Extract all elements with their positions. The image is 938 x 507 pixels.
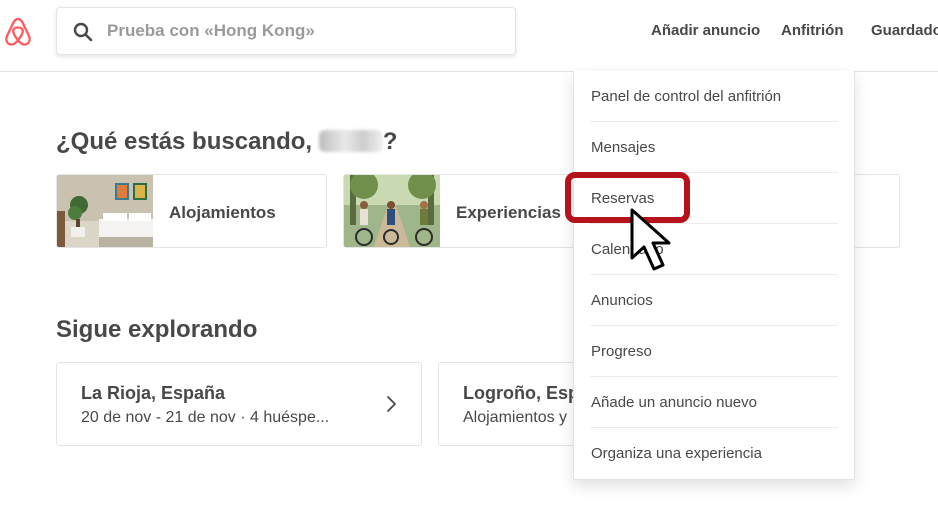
menu-item-reservations[interactable]: Reservas (590, 173, 838, 224)
explore-card-title: Logroño, Esp (463, 383, 579, 403)
greeting-suffix: ? (382, 128, 398, 155)
menu-item-host-dashboard[interactable]: Panel de control del anfitrión (590, 71, 838, 122)
greeting-prefix: ¿Qué estás buscando, (56, 128, 319, 155)
nav-saved[interactable]: Guardado (871, 22, 938, 42)
menu-item-progress[interactable]: Progreso (590, 326, 838, 377)
greeting-heading: ¿Qué estás buscando, ? (56, 128, 397, 156)
menu-item-add-listing[interactable]: Añade un anuncio nuevo (590, 377, 838, 428)
top-bar: Añadir anuncio Anfitrión Guardado (0, 0, 938, 72)
stays-photo (57, 175, 153, 247)
menu-item-messages[interactable]: Mensajes (590, 122, 838, 173)
search-input[interactable] (107, 8, 507, 54)
nav-add-listing[interactable]: Añadir anuncio (651, 22, 760, 42)
menu-item-calendar[interactable]: Calendario (590, 224, 838, 275)
nav-host[interactable]: Anfitrión (781, 22, 843, 42)
menu-item-listings[interactable]: Anuncios (590, 275, 838, 326)
menu-item-host-experience[interactable]: Organiza una experiencia (590, 428, 838, 479)
continue-exploring-heading: Sigue explorando (56, 316, 258, 343)
blurred-user-name (318, 130, 383, 152)
search-icon (73, 22, 93, 42)
host-dropdown-menu: Panel de control del anfitrión Mensajes … (573, 71, 855, 480)
category-label: Alojamientos (169, 203, 276, 222)
explore-card-subtitle: Alojamientos y (463, 409, 568, 426)
category-label: Experiencias (456, 203, 561, 222)
search-box[interactable] (56, 7, 516, 55)
experiences-photo (344, 175, 440, 247)
airbnb-logo-icon[interactable] (2, 16, 34, 48)
explore-card[interactable]: La Rioja, España 20 de nov - 21 de nov ·… (56, 362, 422, 446)
category-card-stays[interactable]: Alojamientos (56, 174, 327, 248)
explore-card-title: La Rioja, España (81, 383, 226, 403)
chevron-right-icon[interactable] (383, 395, 399, 413)
explore-card-subtitle: 20 de nov - 21 de nov · 4 huéspe... (81, 409, 330, 426)
